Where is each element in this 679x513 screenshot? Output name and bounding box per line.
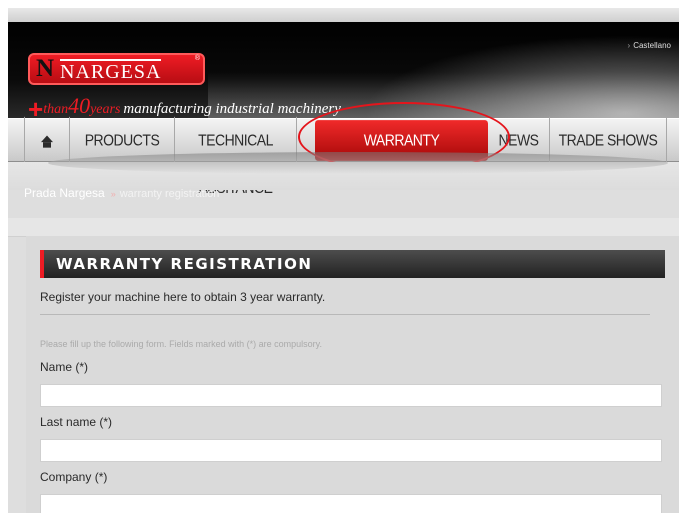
last-name-field[interactable] [40,439,662,462]
logo-word: NARGESA [60,59,162,83]
tagline-plus: + [28,93,44,118]
language-link[interactable]: › Castellano [628,41,671,50]
tagline-than: than [43,102,69,117]
name-field[interactable] [40,384,662,407]
breadcrumb-separator: » [110,189,116,199]
separator-line [40,314,650,315]
language-label: Castellano [633,41,671,50]
logo-letter: N [36,55,55,82]
divider-band [8,218,679,237]
nargesa-logo[interactable]: N NARGESA ® [28,53,205,85]
tagline-rest: manufacturing industrial machinery [123,101,341,117]
page-title: WARRANTY REGISTRATION [56,255,313,273]
tagline-years: years [90,102,121,117]
form-content: WARRANTY REGISTRATION Register your mach… [26,236,679,513]
top-strip [8,8,679,22]
section-header: WARRANTY REGISTRATION [40,250,665,278]
intro-text: Register your machine here to obtain 3 y… [40,290,326,304]
last-name-label: Last name (*) [40,415,113,429]
tagline-number: 40 [68,93,91,118]
site-header: › Castellano N NARGESA ® +than40years manu… [8,22,679,118]
name-label: Name (*) [40,360,89,374]
page: › Castellano N NARGESA ® +than40years manu… [8,8,679,513]
breadcrumb-current: warranty registration [119,188,220,200]
company-field[interactable] [40,494,662,513]
tagline: +than40years manufacturing industrial mac… [28,93,341,118]
breadcrumb: Prada Nargesa » warranty registration [24,186,219,200]
breadcrumb-root[interactable]: Prada Nargesa [24,186,105,200]
help-text: Please fill up the following form. Field… [40,339,322,349]
home-icon [41,135,53,148]
nav-home[interactable] [24,116,70,165]
company-label: Company (*) [40,470,108,484]
chevron-right-icon: › [627,41,631,50]
registered-mark: ® [194,55,200,62]
